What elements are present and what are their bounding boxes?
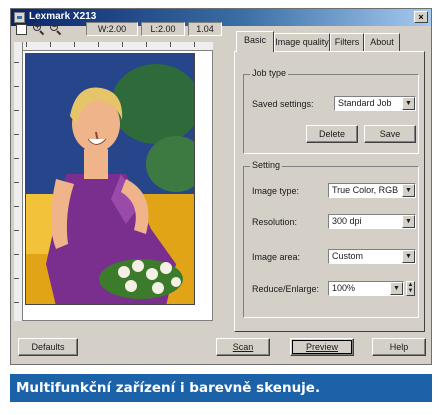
selection-tool-icon[interactable] — [16, 24, 27, 35]
image-type-select[interactable]: True Color, RGB ▼ — [328, 183, 416, 198]
chevron-down-icon[interactable]: ▼ — [402, 184, 415, 197]
zoom-in-icon[interactable]: + — [33, 22, 45, 36]
reduce-enlarge-spinner[interactable]: ▲ ▼ — [406, 281, 415, 296]
horizontal-ruler — [14, 42, 213, 51]
vertical-ruler — [14, 42, 23, 321]
scanner-app-icon — [14, 12, 25, 23]
image-area-label: Image area: — [252, 252, 301, 262]
defaults-button[interactable]: Defaults — [18, 338, 78, 356]
reduce-enlarge-label: Reduce/Enlarge: — [252, 284, 320, 294]
saved-settings-label: Saved settings: — [252, 99, 314, 109]
window-title: Lexmark X213 — [29, 11, 97, 22]
setting-group: Setting Image type: True Color, RGB ▼ Re… — [243, 160, 419, 318]
tab-image-quality[interactable]: Image quality — [274, 33, 330, 51]
job-type-group: Job type Saved settings: Standard Job ▼ … — [243, 68, 419, 154]
setting-group-label: Setting — [250, 160, 283, 170]
resolution-select[interactable]: 300 dpi ▼ — [328, 214, 416, 229]
caption-text: Multifunkční zařízení i barevně skenuje. — [16, 380, 321, 396]
preview-photo-image — [26, 54, 194, 304]
close-button[interactable]: × — [414, 11, 428, 23]
tab-about[interactable]: About — [364, 33, 400, 51]
image-type-label: Image type: — [252, 186, 300, 196]
chevron-down-icon[interactable]: ▼ — [402, 97, 415, 110]
basic-tab-panel: Job type Saved settings: Standard Job ▼ … — [234, 51, 425, 332]
tab-filters[interactable]: Filters — [330, 33, 364, 51]
left-readout: L:2.00 — [141, 22, 185, 36]
resolution-label: Resolution: — [252, 217, 298, 227]
extra-readout: 1.04 — [188, 22, 222, 36]
chevron-down-icon[interactable]: ▼ — [402, 215, 415, 228]
help-button[interactable]: Help — [372, 338, 426, 356]
width-readout: W:2.00 — [86, 22, 138, 36]
caption-bar: Multifunkční zařízení i barevně skenuje. — [10, 374, 432, 402]
preview-button-label: Preview — [305, 342, 338, 352]
zoom-out-icon[interactable]: − — [50, 22, 62, 36]
scan-button[interactable]: Scan — [216, 338, 270, 356]
tab-basic[interactable]: Basic — [236, 31, 274, 52]
preview-photo[interactable] — [25, 53, 195, 305]
chevron-down-icon[interactable]: ▼ — [402, 250, 415, 263]
save-button[interactable]: Save — [364, 125, 416, 143]
reduce-enlarge-select[interactable]: 100% ▼ — [328, 281, 404, 296]
image-area-select[interactable]: Custom ▼ — [328, 249, 416, 264]
delete-button[interactable]: Delete — [306, 125, 358, 143]
scan-button-label: Scan — [232, 342, 254, 352]
preview-button[interactable]: Preview — [290, 338, 354, 356]
job-type-group-label: Job type — [250, 68, 289, 78]
saved-settings-select[interactable]: Standard Job ▼ — [334, 96, 416, 111]
chevron-down-icon[interactable]: ▼ — [390, 282, 403, 295]
